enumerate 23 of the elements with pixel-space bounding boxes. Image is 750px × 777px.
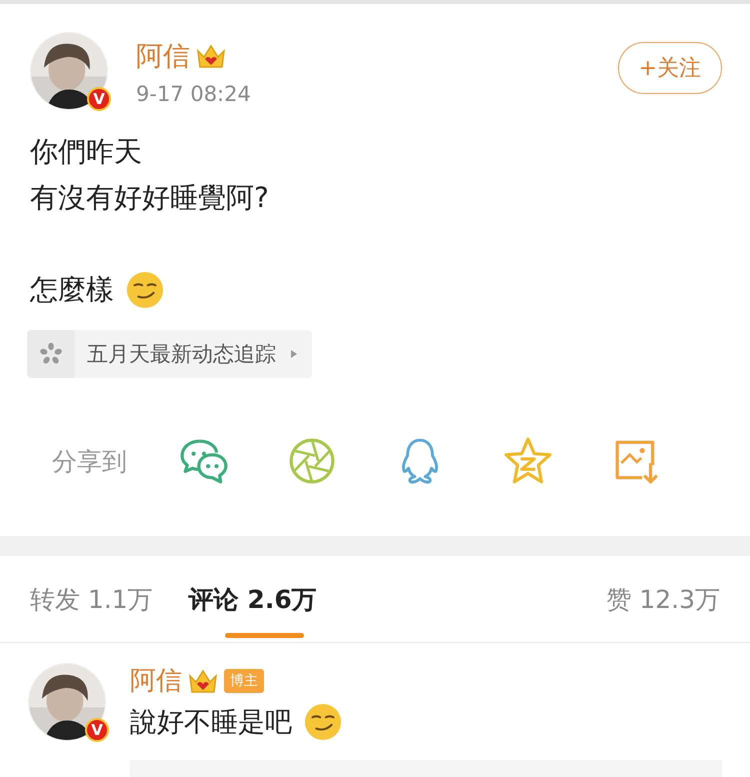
tab[interactable]: 转发 1.1万	[30, 556, 153, 642]
post-text: 怎麼樣	[30, 272, 114, 308]
star-icon	[503, 436, 553, 486]
follow-button[interactable]: +关注	[618, 42, 722, 94]
verified-badge: V	[87, 87, 111, 111]
user-name[interactable]: 阿信	[130, 663, 182, 698]
share-button[interactable]	[503, 436, 553, 486]
verified-badge: V	[85, 718, 109, 742]
topic-link[interactable]: 五月天最新动态追踪	[27, 330, 312, 378]
post-time: 9-17 08:24	[136, 82, 252, 106]
share-label: 分享到	[52, 446, 127, 478]
avatar[interactable]: V	[28, 663, 106, 741]
post-text: 你們昨天	[30, 134, 142, 170]
aperture-icon	[287, 436, 337, 486]
post-text: 有沒有好好睡覺阿?	[30, 180, 269, 216]
tab[interactable]: 评论 2.6万	[188, 556, 317, 642]
tab[interactable]: 赞 12.3万	[606, 556, 720, 642]
comment-text: 說好不睡是吧	[130, 706, 292, 740]
caret-icon	[290, 349, 298, 359]
user-name[interactable]: 阿信	[136, 38, 190, 74]
avatar[interactable]: V	[30, 32, 108, 110]
share-button[interactable]	[287, 436, 337, 486]
author-tag: 博主	[224, 668, 264, 692]
